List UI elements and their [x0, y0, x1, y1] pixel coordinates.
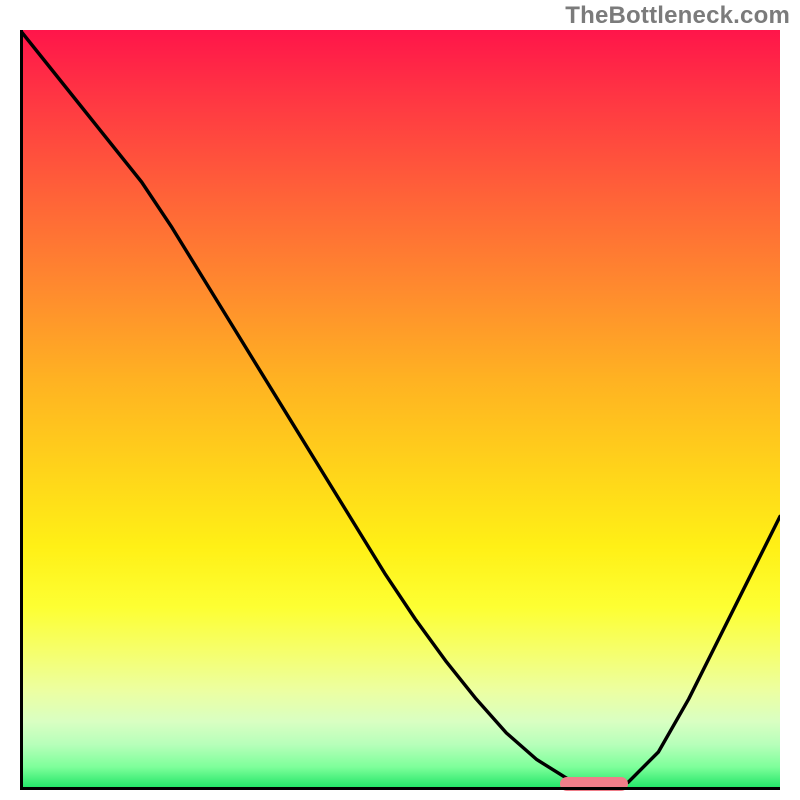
chart-area	[20, 30, 780, 790]
y-axis	[20, 30, 23, 790]
bottleneck-curve	[20, 30, 780, 790]
x-axis	[20, 787, 780, 790]
watermark-text: TheBottleneck.com	[565, 2, 790, 30]
